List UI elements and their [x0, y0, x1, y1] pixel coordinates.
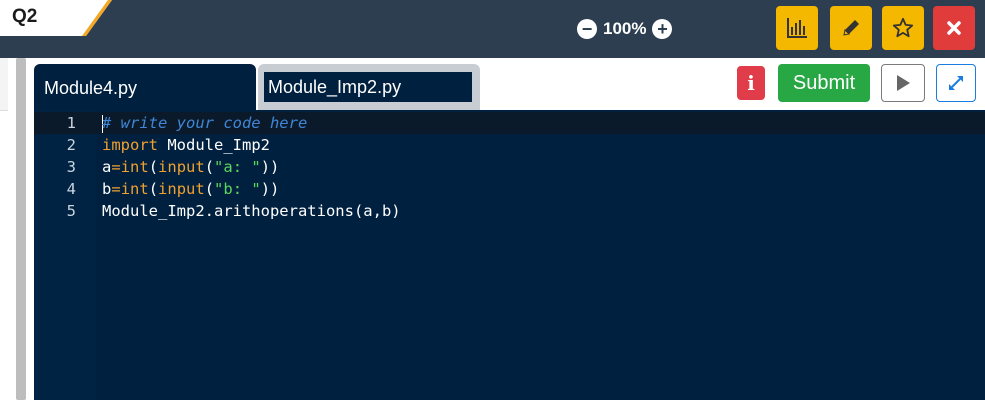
zoom-control: − 100% +	[577, 16, 673, 42]
code-line[interactable]: 4 b=int(input("b: "))	[34, 178, 985, 200]
pencil-icon	[843, 20, 859, 36]
star-icon	[892, 17, 914, 38]
submit-button[interactable]: Submit	[778, 64, 870, 102]
line-number: 5	[66, 202, 76, 220]
line-number: 3	[66, 158, 76, 176]
tab-module4[interactable]: Module4.py	[34, 64, 256, 110]
question-tab[interactable]: Q2	[0, 0, 112, 36]
code-text: a=int(input("a: "))	[102, 158, 280, 176]
code-text: Module_Imp2.arithoperations(a,b)	[102, 202, 401, 220]
code-area[interactable]: 1 # write your code here 2 import Module…	[34, 112, 985, 222]
run-button[interactable]	[881, 64, 925, 102]
tab-rename-field[interactable]: Module_Imp2.py	[264, 72, 472, 102]
top-bar: Q2 − 100% +	[0, 0, 985, 58]
expand-button[interactable]	[936, 64, 976, 102]
plus-circle-icon[interactable]: +	[652, 19, 673, 39]
code-comment: # write your code here	[102, 114, 308, 132]
code-text: # write your code here	[102, 112, 307, 134]
stats-button[interactable]	[776, 6, 818, 50]
bar-chart-icon	[787, 18, 807, 38]
favorite-button[interactable]	[882, 6, 924, 50]
code-line[interactable]: 3 a=int(input("a: "))	[34, 156, 985, 178]
minus-circle-icon[interactable]: −	[577, 19, 597, 39]
close-button[interactable]	[933, 6, 975, 50]
line-number: 1	[66, 114, 76, 132]
close-icon	[947, 21, 961, 35]
line-number: 2	[66, 136, 76, 154]
code-editor[interactable]: 1 # write your code here 2 import Module…	[34, 110, 985, 400]
scrollbar[interactable]	[16, 58, 26, 400]
zoom-level: 100%	[603, 19, 647, 38]
editor-panel: Module4.py Module_Imp2.py i Submit 1 # w…	[30, 58, 985, 400]
code-text: import Module_Imp2	[102, 136, 270, 154]
code-line[interactable]: 1 # write your code here	[34, 112, 985, 134]
expand-icon	[949, 76, 963, 90]
edit-button[interactable]	[830, 6, 872, 50]
line-number: 4	[66, 180, 76, 198]
left-panel	[0, 58, 10, 400]
info-icon: i	[747, 71, 755, 95]
tab-module-imp2[interactable]: Module_Imp2.py	[258, 64, 480, 110]
play-icon	[897, 75, 910, 91]
code-line[interactable]: 5 Module_Imp2.arithoperations(a,b)	[34, 200, 985, 222]
tab-label: Module_Imp2.py	[268, 77, 402, 97]
tab-label: Module4.py	[44, 78, 138, 98]
code-text: b=int(input("b: "))	[102, 180, 280, 198]
code-line[interactable]: 2 import Module_Imp2	[34, 134, 985, 156]
info-button[interactable]: i	[737, 66, 765, 100]
question-tab-label: Q2	[12, 6, 38, 27]
